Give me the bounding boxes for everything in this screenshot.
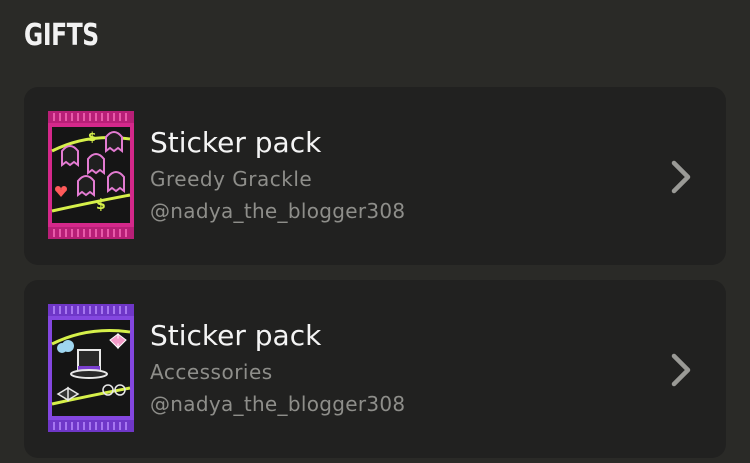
gift-sender: @nadya_the_blogger308 bbox=[150, 199, 406, 223]
gift-name: Sticker pack bbox=[150, 319, 322, 352]
chevron-right-icon[interactable] bbox=[666, 157, 696, 197]
section-title: GIFTS bbox=[24, 18, 99, 53]
chevron-right-icon[interactable] bbox=[666, 350, 696, 390]
gift-collection: Accessories bbox=[150, 360, 273, 384]
gift-name: Sticker pack bbox=[150, 126, 322, 159]
gift-collection: Greedy Grackle bbox=[150, 167, 313, 191]
gift-info: Sticker pack Greedy Grackle @nadya_the_b… bbox=[150, 123, 405, 227]
svg-text:$: $ bbox=[88, 130, 96, 144]
gift-info: Sticker pack Accessories @nadya_the_blog… bbox=[150, 316, 405, 420]
sticker-pack-icon bbox=[48, 304, 134, 432]
gift-card-greedy-grackle[interactable]: $ $ Sticker pack Greedy Grackle @nadya_t… bbox=[24, 87, 726, 265]
gift-card-accessories[interactable]: Sticker pack Accessories @nadya_the_blog… bbox=[24, 280, 726, 458]
gift-sender: @nadya_the_blogger308 bbox=[150, 392, 406, 416]
sticker-pack-icon: $ $ bbox=[48, 111, 134, 239]
svg-text:$: $ bbox=[96, 197, 106, 213]
